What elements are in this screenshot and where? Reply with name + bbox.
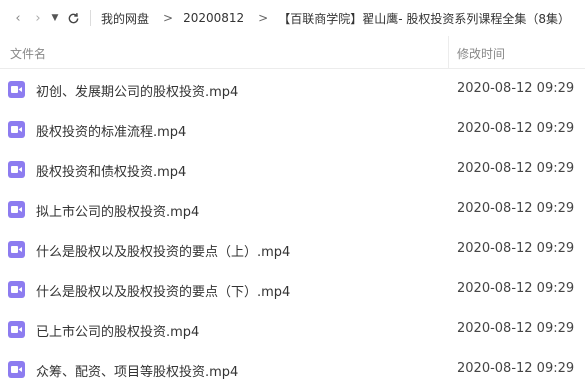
video-file-icon [8, 281, 25, 298]
file-list-header: 文件名 修改时间 [0, 36, 585, 69]
file-row[interactable]: 已上市公司的股权投资.mp4 2020-08-12 09:29 [0, 309, 585, 349]
video-file-icon [8, 81, 25, 98]
file-modified-time: 2020-08-12 09:29 [457, 241, 575, 256]
file-row[interactable]: 什么是股权以及股权投资的要点（上）.mp4 2020-08-12 09:29 [0, 229, 585, 269]
file-modified-time: 2020-08-12 09:29 [457, 281, 575, 296]
refresh-icon-glyph [68, 12, 78, 23]
breadcrumb-item-current[interactable]: 【百联商学院】翟山鹰- 股权投资系列课程全集（8集） [278, 10, 570, 27]
file-modified-time: 2020-08-12 09:29 [457, 361, 575, 376]
file-name[interactable]: 什么是股权以及股权投资的要点（上）.mp4 [36, 241, 290, 260]
breadcrumb-item-root[interactable]: 我的网盘 [101, 10, 149, 27]
column-header-modified[interactable]: 修改时间 [457, 45, 505, 62]
history-dropdown-icon[interactable]: ▼ [48, 6, 62, 30]
breadcrumb-separator: > [258, 11, 269, 25]
file-modified-time: 2020-08-12 09:29 [457, 81, 575, 96]
back-icon[interactable]: ‹ [8, 6, 28, 30]
refresh-icon[interactable] [62, 6, 84, 30]
file-row[interactable]: 初创、发展期公司的股权投资.mp4 2020-08-12 09:29 [0, 69, 585, 109]
file-name[interactable]: 已上市公司的股权投资.mp4 [36, 321, 199, 340]
video-file-icon [8, 361, 25, 378]
file-modified-time: 2020-08-12 09:29 [457, 321, 575, 336]
file-name[interactable]: 股权投资的标准流程.mp4 [36, 121, 186, 140]
file-name[interactable]: 拟上市公司的股权投资.mp4 [36, 201, 199, 220]
file-modified-time: 2020-08-12 09:29 [457, 201, 575, 216]
file-name[interactable]: 众筹、配资、项目等股权投资.mp4 [36, 361, 238, 380]
column-header-name[interactable]: 文件名 [10, 45, 46, 62]
file-name[interactable]: 什么是股权以及股权投资的要点（下）.mp4 [36, 281, 290, 300]
file-row[interactable]: 什么是股权以及股权投资的要点（下）.mp4 2020-08-12 09:29 [0, 269, 585, 309]
video-file-icon [8, 241, 25, 258]
forward-icon[interactable]: › [28, 6, 48, 30]
file-modified-time: 2020-08-12 09:29 [457, 161, 575, 176]
toolbar-divider [90, 10, 91, 26]
video-file-icon [8, 201, 25, 218]
file-row[interactable]: 股权投资的标准流程.mp4 2020-08-12 09:29 [0, 109, 585, 149]
video-file-icon [8, 161, 25, 178]
file-row[interactable]: 股权投资和债权投资.mp4 2020-08-12 09:29 [0, 149, 585, 189]
file-name[interactable]: 初创、发展期公司的股权投资.mp4 [36, 81, 238, 100]
breadcrumb-item-folder[interactable]: 20200812 [183, 11, 244, 25]
breadcrumb-separator: > [163, 11, 174, 25]
toolbar: ‹ › ▼ 我的网盘 > 20200812 > 【百联商学院】翟山鹰- 股权投资… [0, 0, 585, 36]
file-row[interactable]: 众筹、配资、项目等股权投资.mp4 2020-08-12 09:29 [0, 349, 585, 389]
file-modified-time: 2020-08-12 09:29 [457, 121, 575, 136]
video-file-icon [8, 321, 25, 338]
file-row[interactable]: 拟上市公司的股权投资.mp4 2020-08-12 09:29 [0, 189, 585, 229]
video-file-icon [8, 121, 25, 138]
file-name[interactable]: 股权投资和债权投资.mp4 [36, 161, 186, 180]
column-divider[interactable] [448, 36, 449, 68]
file-list: 初创、发展期公司的股权投资.mp4 2020-08-12 09:29 股权投资的标准… [0, 69, 585, 389]
